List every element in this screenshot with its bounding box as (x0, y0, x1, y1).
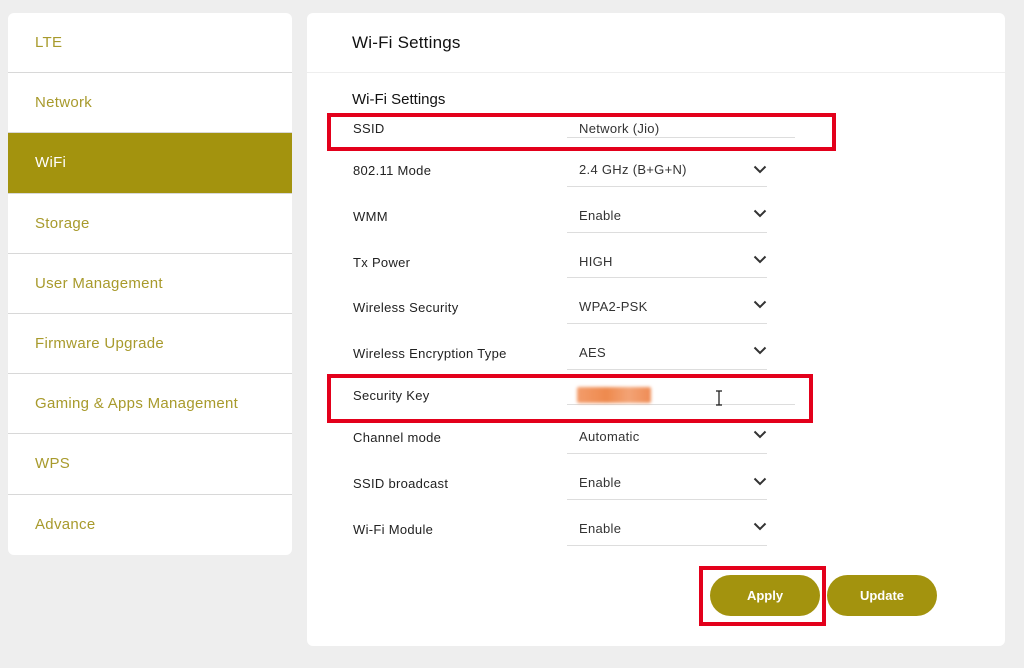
sidebar-item-gaming-apps-management[interactable]: Gaming & Apps Management (8, 374, 292, 435)
wmm-label: WMM (353, 209, 388, 224)
encryption-type-value: AES (579, 345, 606, 360)
chevron-down-icon[interactable] (753, 430, 767, 439)
wireless-security-value: WPA2-PSK (579, 299, 648, 314)
encryption-type-label: Wireless Encryption Type (353, 346, 507, 361)
channel-mode-select[interactable]: Automatic (567, 408, 767, 454)
sidebar-item-network[interactable]: Network (8, 73, 292, 134)
section-title: Wi-Fi Settings (352, 91, 446, 108)
update-button[interactable]: Update (827, 575, 937, 616)
sidebar-item-firmware-upgrade[interactable]: Firmware Upgrade (8, 314, 292, 375)
ssid-broadcast-select[interactable]: Enable (567, 454, 767, 500)
ssid-label: SSID (353, 121, 385, 136)
wireless-security-label: Wireless Security (353, 300, 459, 315)
wmm-row: WMM Enable (353, 187, 773, 233)
sidebar-item-advance[interactable]: Advance (8, 495, 292, 555)
mode-label: 802.11 Mode (353, 163, 432, 178)
tx-power-row: Tx Power HIGH (353, 232, 773, 278)
ssid-broadcast-row: SSID broadcast Enable (353, 454, 773, 500)
security-key-input[interactable] (567, 378, 795, 405)
chevron-down-icon[interactable] (753, 522, 767, 531)
ssid-broadcast-label: SSID broadcast (353, 476, 449, 491)
redacted-security-key (577, 387, 651, 403)
ssid-value: Network (Jio) (579, 121, 660, 136)
wifi-module-value: Enable (579, 521, 622, 536)
apply-button[interactable]: Apply (710, 575, 820, 616)
tx-power-select[interactable]: HIGH (567, 232, 767, 278)
mode-value: 2.4 GHz (B+G+N) (579, 162, 687, 177)
ibeam-cursor-icon (716, 390, 722, 406)
sidebar-item-wps[interactable]: WPS (8, 434, 292, 495)
sidebar-item-user-management[interactable]: User Management (8, 254, 292, 314)
wireless-security-select[interactable]: WPA2-PSK (567, 278, 767, 324)
encryption-type-row: Wireless Encryption Type AES (353, 324, 773, 370)
channel-mode-value: Automatic (579, 429, 640, 444)
channel-mode-row: Channel mode Automatic (353, 408, 773, 454)
sidebar-item-storage[interactable]: Storage (8, 194, 292, 254)
tx-power-value: HIGH (579, 254, 613, 269)
wmm-select[interactable]: Enable (567, 187, 767, 233)
ssid-broadcast-value: Enable (579, 475, 622, 490)
security-key-label: Security Key (353, 388, 430, 403)
chevron-down-icon[interactable] (753, 346, 767, 355)
sidebar-item-wifi[interactable]: WiFi (8, 133, 292, 194)
encryption-type-select[interactable]: AES (567, 324, 767, 370)
chevron-down-icon[interactable] (753, 255, 767, 264)
wireless-security-row: Wireless Security WPA2-PSK (353, 278, 773, 324)
ssid-input[interactable]: Network (Jio) (567, 112, 795, 138)
channel-mode-label: Channel mode (353, 430, 442, 445)
chevron-down-icon[interactable] (753, 300, 767, 309)
tx-power-label: Tx Power (353, 255, 411, 270)
wmm-value: Enable (579, 208, 622, 223)
sidebar: LTE Network WiFi Storage User Management… (8, 13, 292, 555)
chevron-down-icon[interactable] (753, 165, 767, 174)
page-title: Wi-Fi Settings (307, 13, 1005, 73)
mode-select[interactable]: 2.4 GHz (B+G+N) (567, 141, 767, 187)
sidebar-item-lte[interactable]: LTE (8, 13, 292, 74)
wifi-module-select[interactable]: Enable (567, 500, 767, 546)
chevron-down-icon[interactable] (753, 209, 767, 218)
wifi-settings-panel: Wi-Fi Settings Wi-Fi Settings SSID Netwo… (307, 13, 1005, 646)
wifi-module-row: Wi-Fi Module Enable (353, 500, 773, 546)
chevron-down-icon[interactable] (753, 477, 767, 486)
mode-row: 802.11 Mode 2.4 GHz (B+G+N) (353, 141, 773, 187)
wifi-module-label: Wi-Fi Module (353, 522, 434, 537)
